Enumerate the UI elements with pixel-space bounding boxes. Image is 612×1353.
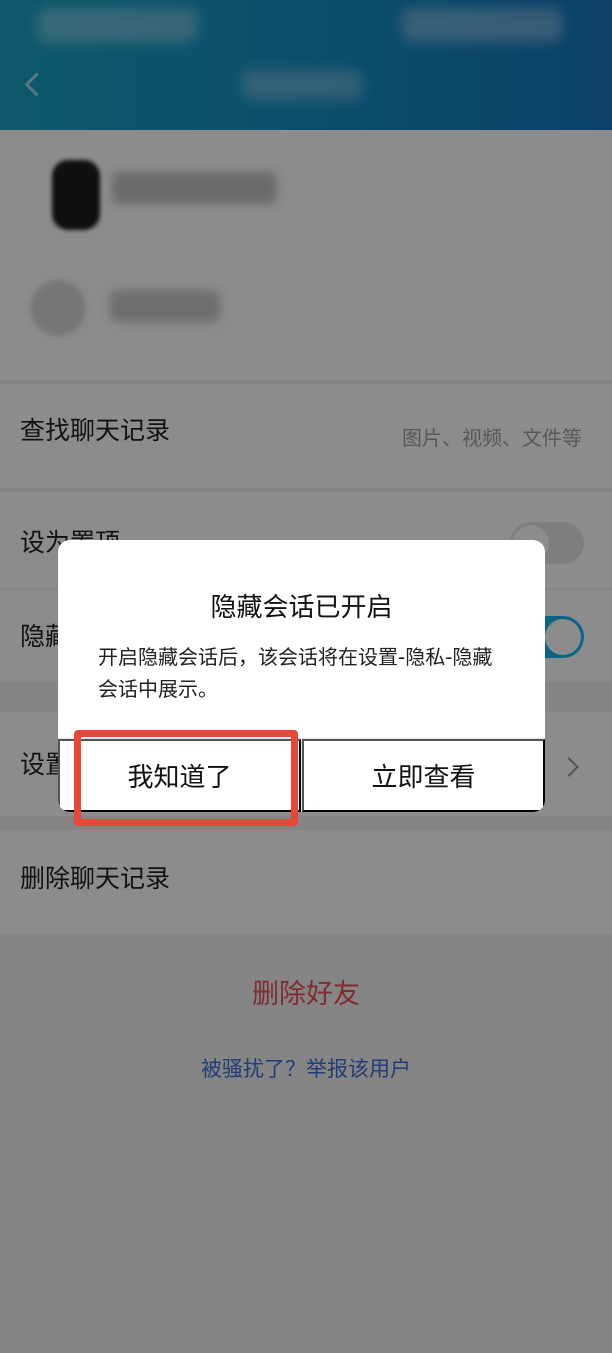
- view-now-button[interactable]: 立即查看: [302, 739, 545, 812]
- highlight-annotation-box: [74, 730, 298, 826]
- dialog-title: 隐藏会话已开启: [210, 593, 393, 623]
- dialog-message: 开启隐藏会话后，该会话将在设置-隐私-隐藏会话中展示。: [98, 645, 493, 701]
